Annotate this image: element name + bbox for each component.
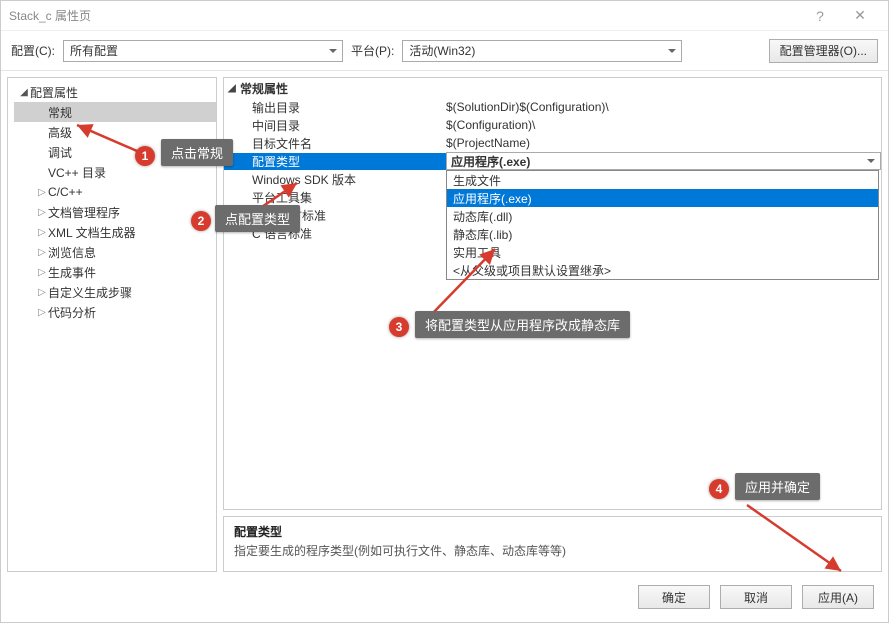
tree-item-label: 自定义生成步骤 (48, 284, 132, 301)
grid-row-name: 中间目录 (224, 117, 446, 134)
platform-combo[interactable]: 活动(Win32) (402, 40, 682, 62)
titlebar: Stack_c 属性页 ? ✕ (1, 1, 888, 31)
grid-row-name: 输出目录 (224, 99, 446, 116)
grid-group-header[interactable]: ◢ 常规属性 (224, 78, 881, 98)
annotation-label-2: 点配置类型 (215, 205, 300, 232)
apply-button[interactable]: 应用(A) (802, 585, 874, 609)
annotation-badge-1: 1 (135, 146, 155, 166)
disclosure-triangle-icon: ▷ (36, 227, 48, 238)
description-title: 配置类型 (234, 523, 871, 540)
grid-row[interactable]: 中间目录$(Configuration)\ (224, 116, 881, 134)
tree-root-label: 配置属性 (30, 84, 78, 101)
config-combo[interactable]: 所有配置 (63, 40, 343, 62)
annotation-badge-3: 3 (389, 317, 409, 337)
dropdown-item[interactable]: <从父级或项目默认设置继承> (447, 261, 878, 279)
config-manager-button[interactable]: 配置管理器(O)... (769, 39, 878, 63)
dropdown-item[interactable]: 静态库(.lib) (447, 225, 878, 243)
property-page-window: Stack_c 属性页 ? ✕ 配置(C): 所有配置 平台(P): 活动(Wi… (0, 0, 889, 623)
tree-item[interactable]: ▷代码分析 (14, 302, 216, 322)
dropdown-item[interactable]: 实用工具 (447, 243, 878, 261)
grid-row-name: 目标文件名 (224, 135, 446, 152)
tree-item[interactable]: 常规 (14, 102, 216, 122)
annotation-badge-4: 4 (709, 479, 729, 499)
grid-row[interactable]: 输出目录$(SolutionDir)$(Configuration)\ (224, 98, 881, 116)
grid-row-value: $(ProjectName) (446, 136, 881, 150)
help-icon[interactable]: ? (800, 2, 840, 30)
tree-item[interactable]: ▷文档管理程序 (14, 202, 216, 222)
toolbar: 配置(C): 所有配置 平台(P): 活动(Win32) 配置管理器(O)... (1, 31, 888, 71)
ok-button[interactable]: 确定 (638, 585, 710, 609)
dialog-footer: 确定 取消 应用(A) (1, 572, 888, 622)
config-type-value-combo[interactable]: 应用程序(.exe) (446, 152, 881, 170)
grid-row[interactable]: 目标文件名$(ProjectName) (224, 134, 881, 152)
description-box: 配置类型 指定要生成的程序类型(例如可执行文件、静态库、动态库等等) (223, 516, 882, 572)
tree-item-label: C/C++ (48, 185, 83, 199)
tree-item[interactable]: ▷生成事件 (14, 262, 216, 282)
close-icon[interactable]: ✕ (840, 2, 880, 30)
disclosure-triangle-icon: ▷ (36, 247, 48, 258)
dropdown-item[interactable]: 应用程序(.exe) (447, 189, 878, 207)
tree-root-item[interactable]: ◢ 配置属性 (14, 82, 216, 102)
disclosure-triangle-icon: ▷ (36, 267, 48, 278)
tree-item[interactable]: ▷自定义生成步骤 (14, 282, 216, 302)
tree-item[interactable]: ▷浏览信息 (14, 242, 216, 262)
tree-item-label: 浏览信息 (48, 244, 96, 261)
grid-row-value: $(SolutionDir)$(Configuration)\ (446, 100, 881, 114)
disclosure-triangle-icon: ▷ (36, 287, 48, 298)
tree-item-label: 文档管理程序 (48, 204, 120, 221)
description-text: 指定要生成的程序类型(例如可执行文件、静态库、动态库等等) (234, 542, 871, 559)
disclosure-triangle-icon: ▷ (36, 187, 48, 198)
tree-item-label: 高级 (48, 124, 72, 141)
tree-item-label: VC++ 目录 (48, 164, 106, 181)
grid-row-name: Windows SDK 版本 (224, 171, 446, 188)
disclosure-triangle-icon: ▷ (36, 207, 48, 218)
disclosure-triangle-icon: ◢ (228, 83, 240, 94)
config-combo-value: 所有配置 (70, 42, 118, 59)
tree-item[interactable]: ▷C/C++ (14, 182, 216, 202)
window-title: Stack_c 属性页 (9, 7, 800, 24)
tree-item-label: 代码分析 (48, 304, 96, 321)
tree-item[interactable]: ▷XML 文档生成器 (14, 222, 216, 242)
grid-group-label: 常规属性 (240, 80, 288, 97)
grid-row[interactable]: 配置类型应用程序(.exe) (224, 152, 881, 170)
disclosure-triangle-icon: ◢ (18, 87, 30, 98)
grid-row-name: 平台工具集 (224, 189, 446, 206)
annotation-label-1: 点击常规 (161, 139, 233, 166)
annotation-label-4: 应用并确定 (735, 473, 820, 500)
tree-item-label: 调试 (48, 144, 72, 161)
dropdown-item[interactable]: 生成文件 (447, 171, 878, 189)
annotation-label-3: 将配置类型从应用程序改成静态库 (415, 311, 630, 338)
tree-item-label: XML 文档生成器 (48, 224, 136, 241)
dropdown-item[interactable]: 动态库(.dll) (447, 207, 878, 225)
config-type-dropdown: 生成文件应用程序(.exe)动态库(.dll)静态库(.lib)实用工具<从父级… (446, 170, 879, 280)
cancel-button[interactable]: 取消 (720, 585, 792, 609)
property-grid: ◢ 常规属性 输出目录$(SolutionDir)$(Configuration… (223, 77, 882, 510)
tree-item-label: 生成事件 (48, 264, 96, 281)
grid-row-value: $(Configuration)\ (446, 118, 881, 132)
platform-combo-value: 活动(Win32) (409, 42, 475, 59)
platform-label: 平台(P): (351, 42, 394, 59)
annotation-badge-2: 2 (191, 211, 211, 231)
disclosure-triangle-icon: ▷ (36, 307, 48, 318)
config-label: 配置(C): (11, 42, 55, 59)
tree-item-label: 常规 (48, 104, 72, 121)
grid-row-name: 配置类型 (224, 153, 446, 170)
